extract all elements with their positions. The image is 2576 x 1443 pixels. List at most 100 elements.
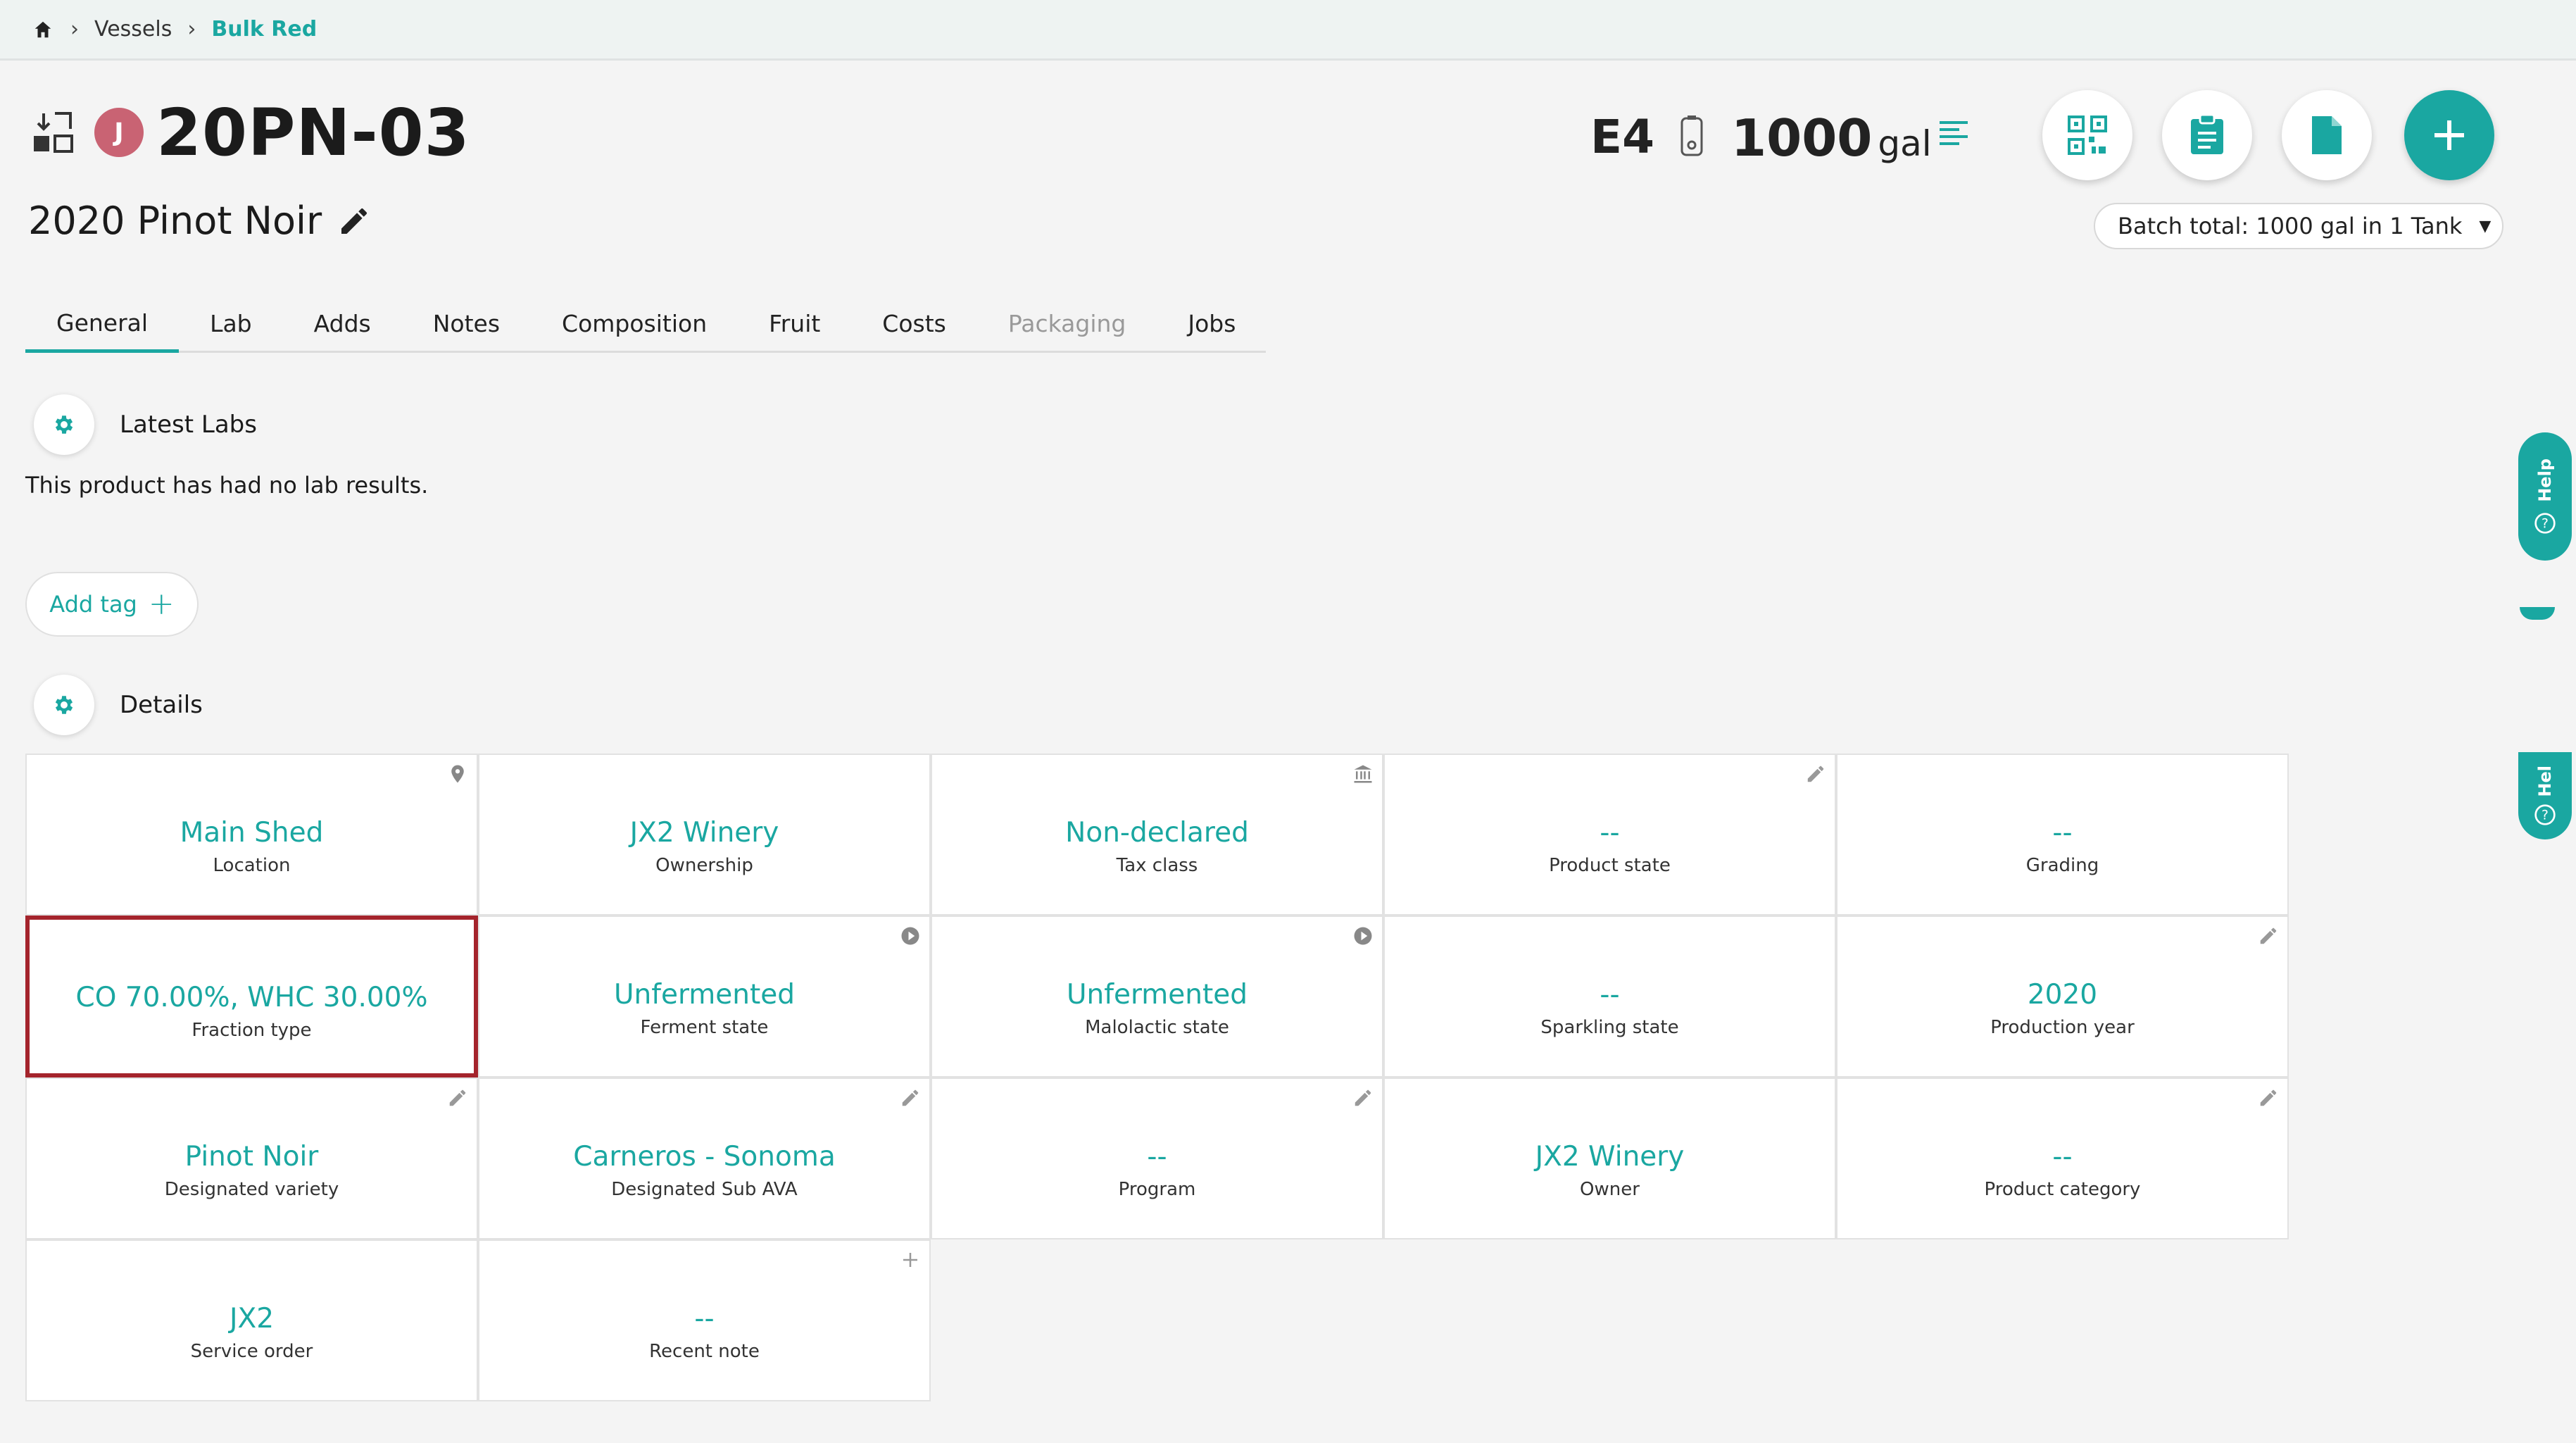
pencil-icon[interactable] [2258,1087,2279,1108]
detail-value: -- [1147,1141,1167,1173]
detail-value: Pinot Noir [184,1141,319,1173]
plus-icon[interactable] [900,1249,921,1270]
gear-icon [55,416,73,434]
tab-fruit[interactable]: Fruit [738,296,851,351]
breadcrumb-item-bulk-red[interactable]: Bulk Red [211,17,317,42]
latest-labs-title: Latest Labs [120,411,257,439]
caret-down-icon: ▼ [2479,217,2492,235]
detail-tax-class[interactable]: Non-declared Tax class [931,754,1383,916]
detail-value: Non-declared [1065,817,1249,849]
tab-notes[interactable]: Notes [402,296,531,351]
vessel-volume: 1000 gal [1731,108,1932,168]
detail-designated-variety[interactable]: Pinot Noir Designated variety [25,1077,478,1239]
latest-labs-settings-button[interactable] [34,394,94,455]
qr-code-button[interactable] [2042,90,2132,180]
no-labs-message: This product has had no lab results. [25,472,429,499]
detail-malolactic-state[interactable]: Unfermented Malolactic state [931,916,1383,1077]
document-button[interactable] [2282,90,2372,180]
tab-lab[interactable]: Lab [179,296,283,351]
add-button[interactable] [2404,90,2494,180]
detail-grading[interactable]: -- Grading [1836,754,2289,916]
detail-program[interactable]: -- Program [931,1077,1383,1239]
vessel-code: E4 [1590,110,1655,164]
details-title: Details [120,691,203,719]
pencil-icon[interactable] [1352,1087,1374,1108]
detail-ferment-state[interactable]: Unfermented Ferment state [478,916,931,1077]
detail-label: Service order [190,1341,313,1362]
batch-total-label: Batch total: 1000 gal in 1 Tank [2118,213,2463,239]
latest-labs-header: Latest Labs [34,394,257,455]
detail-value: 2020 [2027,979,2098,1011]
chevron-right-icon: › [187,17,196,42]
play-icon[interactable] [900,925,921,947]
vessel-summary: E4 1000 gal [1590,90,2576,182]
pencil-icon[interactable] [900,1087,921,1108]
play-icon[interactable] [1352,925,1374,947]
transfer-vessel-icon[interactable] [30,108,79,157]
detail-label: Ownership [655,855,753,876]
detail-recent-note[interactable]: -- Recent note [478,1239,931,1401]
product-title: 2020 Pinot Noir [28,199,322,243]
help-tab-edge [2520,607,2555,620]
help-tab-secondary[interactable]: Hel ? [2518,752,2572,839]
qr-code-icon [2068,115,2107,155]
pencil-icon[interactable] [447,1087,468,1108]
batch-total-dropdown[interactable]: Batch total: 1000 gal in 1 Tank ▼ [2094,203,2503,249]
add-tag-label: Add tag [49,591,137,618]
tab-packaging: Packaging [1007,309,1126,337]
bank-icon[interactable] [1352,763,1374,785]
detail-label: Location [213,855,291,876]
details-header: Details [34,675,203,735]
detail-value: -- [2052,817,2073,849]
detail-value: Carneros - Sonoma [573,1141,836,1173]
detail-owner[interactable]: JX2 Winery Owner [1383,1077,1836,1239]
detail-fraction-type[interactable]: CO 70.00%, WHC 30.00% Fraction type [25,916,478,1077]
clipboard-button[interactable] [2162,90,2252,180]
tab-adds[interactable]: Adds [283,296,402,351]
product-name: 2020 Pinot Noir [28,199,371,243]
home-icon[interactable] [31,18,55,42]
detail-product-category[interactable]: -- Product category [1836,1077,2289,1239]
detail-value: Main Shed [180,817,324,849]
help-label: Help [2535,458,2555,502]
page-title: 20PN-03 [156,94,470,170]
pencil-icon[interactable] [2258,925,2279,947]
detail-label: Fraction type [191,1020,312,1041]
detail-location[interactable]: Main Shed Location [25,754,478,916]
gear-icon [55,696,73,714]
tank-icon [1678,114,1706,159]
help-tab[interactable]: Help ? [2518,432,2572,561]
detail-value: JX2 Winery [629,817,779,849]
edit-pencil-icon[interactable] [337,204,371,238]
tab-composition[interactable]: Composition [531,296,738,351]
detail-label: Production year [1990,1017,2135,1038]
detail-product-state[interactable]: -- Product state [1383,754,1836,916]
help-label-partial: Hel [2535,765,2555,797]
plus-icon: + [148,586,175,622]
detail-ownership[interactable]: JX2 Winery Ownership [478,754,931,916]
detail-value: -- [694,1303,715,1335]
plus-icon [2434,120,2464,150]
tab-costs[interactable]: Costs [851,296,977,351]
add-tag-button[interactable]: Add tag + [25,572,199,637]
breadcrumb-item-vessels[interactable]: Vessels [94,17,172,42]
chevron-right-icon: › [70,17,79,42]
map-pin-icon[interactable] [447,763,468,785]
pencil-icon[interactable] [1805,763,1826,785]
detail-service-order[interactable]: JX2 Service order [25,1239,478,1401]
detail-production-year[interactable]: 2020 Production year [1836,916,2289,1077]
tab-jobs[interactable]: Jobs [1157,296,1267,351]
detail-sparkling-state[interactable]: -- Sparkling state [1383,916,1836,1077]
tab-general[interactable]: General [25,296,180,353]
detail-value: -- [1600,817,1620,849]
volume-unit: gal [1878,123,1932,164]
details-lines-icon[interactable] [1938,118,1969,149]
document-icon [2312,116,2342,154]
details-settings-button[interactable] [34,675,94,735]
detail-designated-sub-ava[interactable]: Carneros - Sonoma Designated Sub AVA [478,1077,931,1239]
detail-label: Recent note [649,1341,760,1362]
detail-value: -- [2052,1141,2073,1173]
avatar[interactable]: J [94,108,144,157]
detail-value: -- [1600,979,1620,1011]
detail-label: Designated variety [164,1179,339,1200]
